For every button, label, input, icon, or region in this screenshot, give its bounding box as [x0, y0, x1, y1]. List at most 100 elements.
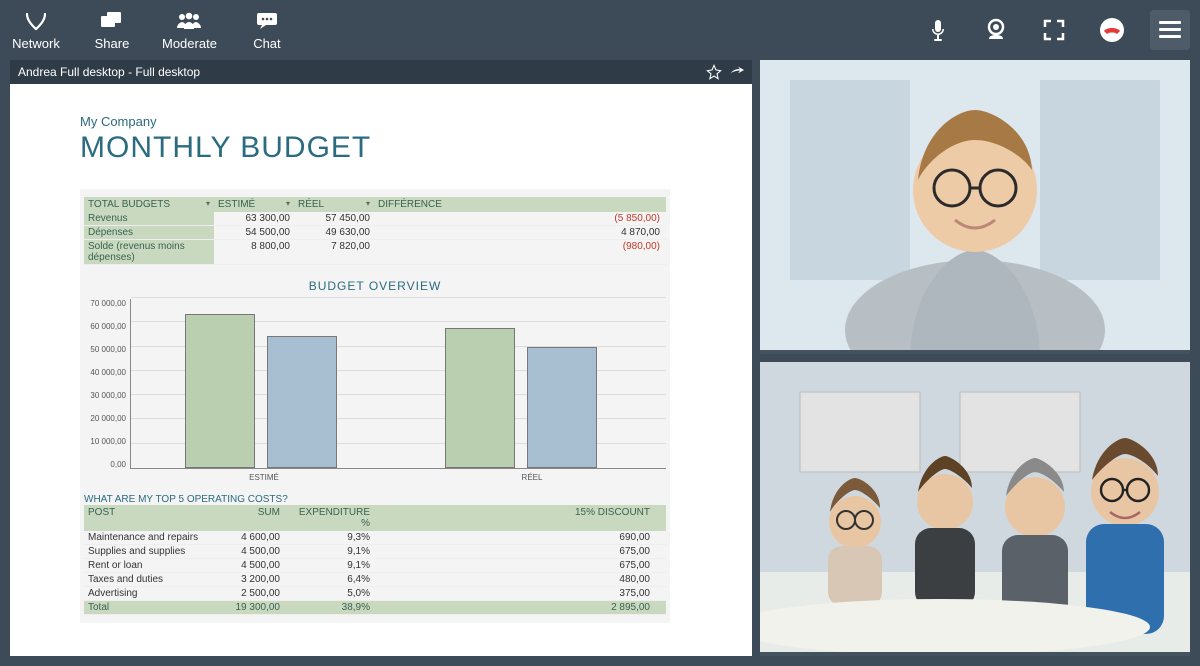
- chart-yaxis: 70 000,0060 000,0050 000,0040 000,0030 0…: [84, 299, 130, 469]
- popout-icon[interactable]: [728, 64, 744, 80]
- chat-icon: [254, 10, 280, 32]
- share-button[interactable]: Share: [86, 10, 138, 51]
- camera-icon: [983, 17, 1009, 43]
- costs-row: Advertising2 500,005,0%375,00: [84, 587, 666, 601]
- row-diff: 4 870,00: [374, 226, 664, 239]
- cost-sum: 4 500,00: [204, 545, 284, 558]
- ytick: 20 000,00: [90, 414, 126, 423]
- cost-disc: 480,00: [374, 573, 654, 586]
- share-icon: [99, 10, 125, 32]
- row-label: Dépenses: [84, 226, 214, 239]
- cost-post: Supplies and supplies: [84, 545, 204, 558]
- cost-exp: 9,1%: [284, 545, 374, 558]
- cost-post: Maintenance and repairs: [84, 531, 204, 544]
- network-label: Network: [12, 36, 60, 51]
- costs-row: Rent or loan4 500,009,1%675,00: [84, 559, 666, 573]
- row-est: 54 500,00: [214, 226, 294, 239]
- col-sum: SUM: [204, 505, 284, 531]
- costs-row: Supplies and supplies4 500,009,1%675,00: [84, 545, 666, 559]
- budgets-row: Solde (revenus moins dépenses)8 800,007 …: [84, 240, 666, 265]
- col-real[interactable]: RÉEL: [294, 197, 374, 212]
- cost-post: Taxes and duties: [84, 573, 204, 586]
- shared-document: My Company MONTHLY BUDGET TOTAL BUDGETS …: [10, 84, 752, 656]
- total-label: Total: [84, 601, 204, 614]
- col-disc: 15% DISCOUNT: [374, 505, 654, 531]
- avatar-art: [760, 362, 1190, 652]
- col-diff[interactable]: DIFFÉRENCE: [374, 197, 664, 212]
- budgets-row: Dépenses54 500,0049 630,004 870,00: [84, 226, 666, 240]
- ytick: 0,00: [110, 460, 126, 469]
- row-label: Revenus: [84, 212, 214, 225]
- budgets-header-row: TOTAL BUDGETS ESTIMÉ RÉEL DIFFÉRENCE: [84, 197, 666, 212]
- avatar-art: [760, 60, 1190, 350]
- row-diff: (5 850,00): [374, 212, 664, 225]
- mic-icon: [926, 18, 950, 42]
- hangup-button[interactable]: [1092, 10, 1132, 50]
- ytick: 60 000,00: [90, 322, 126, 331]
- col-total[interactable]: TOTAL BUDGETS: [84, 197, 214, 212]
- menu-icon: [1159, 21, 1181, 39]
- ytick: 10 000,00: [90, 437, 126, 446]
- row-est: 8 800,00: [214, 240, 294, 264]
- xlabel: ESTIMÉ: [130, 473, 398, 482]
- content-area: Andrea Full desktop - Full desktop My Co…: [0, 60, 1200, 666]
- chart-xaxis: ESTIMÉRÉEL: [130, 469, 666, 482]
- cost-sum: 4 500,00: [204, 559, 284, 572]
- video-tile-philip[interactable]: Philip: [760, 60, 1190, 354]
- menu-button[interactable]: [1150, 10, 1190, 50]
- toolbar-right: [918, 10, 1190, 50]
- costs-row: Taxes and duties3 200,006,4%480,00: [84, 573, 666, 587]
- chat-label: Chat: [253, 36, 280, 51]
- cost-disc: 675,00: [374, 559, 654, 572]
- bar: [445, 328, 515, 468]
- cost-post: Advertising: [84, 587, 204, 600]
- share-label: Share: [95, 36, 130, 51]
- cost-disc: 375,00: [374, 587, 654, 600]
- chat-button[interactable]: Chat: [241, 10, 293, 51]
- moderate-button[interactable]: Moderate: [162, 10, 217, 51]
- cost-sum: 4 600,00: [204, 531, 284, 544]
- cost-sum: 3 200,00: [204, 573, 284, 586]
- video-tile-meeting-room[interactable]: My company Meeting Room: [760, 362, 1190, 656]
- total-sum: 19 300,00: [204, 601, 284, 614]
- costs-header-row: POST SUM EXPENDITURE % 15% DISCOUNT: [84, 505, 666, 531]
- costs-total-row: Total 19 300,00 38,9% 2 895,00: [84, 601, 666, 615]
- bar: [527, 347, 597, 468]
- network-button[interactable]: Network: [10, 10, 62, 51]
- cost-sum: 2 500,00: [204, 587, 284, 600]
- ytick: 70 000,00: [90, 299, 126, 308]
- hangup-icon: [1098, 16, 1126, 44]
- fullscreen-button[interactable]: [1034, 10, 1074, 50]
- mic-button[interactable]: [918, 10, 958, 50]
- doc-box: TOTAL BUDGETS ESTIMÉ RÉEL DIFFÉRENCE Rev…: [80, 189, 670, 623]
- video-pane: Philip: [760, 60, 1190, 656]
- cost-post: Rent or loan: [84, 559, 204, 572]
- row-real: 57 450,00: [294, 212, 374, 225]
- bar: [267, 336, 337, 468]
- chart-title: BUDGET OVERVIEW: [84, 279, 666, 293]
- col-est[interactable]: ESTIMÉ: [214, 197, 294, 212]
- row-real: 7 820,00: [294, 240, 374, 264]
- row-diff: (980,00): [374, 240, 664, 264]
- cost-disc: 675,00: [374, 545, 654, 558]
- cost-exp: 9,3%: [284, 531, 374, 544]
- moderate-icon: [174, 10, 204, 32]
- camera-button[interactable]: [976, 10, 1016, 50]
- chart-area: 70 000,0060 000,0050 000,0040 000,0030 0…: [84, 299, 666, 469]
- doc-company: My Company: [80, 114, 682, 129]
- bar: [185, 314, 255, 468]
- star-icon[interactable]: [706, 64, 722, 80]
- ytick: 30 000,00: [90, 391, 126, 400]
- total-disc: 2 895,00: [374, 601, 654, 614]
- fullscreen-icon: [1042, 18, 1066, 42]
- top-toolbar: Network Share Moderate Chat: [0, 0, 1200, 60]
- ytick: 50 000,00: [90, 345, 126, 354]
- cost-exp: 5,0%: [284, 587, 374, 600]
- row-label: Solde (revenus moins dépenses): [84, 240, 214, 264]
- row-real: 49 630,00: [294, 226, 374, 239]
- xlabel: RÉEL: [398, 473, 666, 482]
- chart-plot: [130, 299, 666, 469]
- gridline: [131, 297, 666, 298]
- op-costs-question: WHAT ARE MY TOP 5 OPERATING COSTS?: [84, 494, 666, 505]
- moderate-label: Moderate: [162, 36, 217, 51]
